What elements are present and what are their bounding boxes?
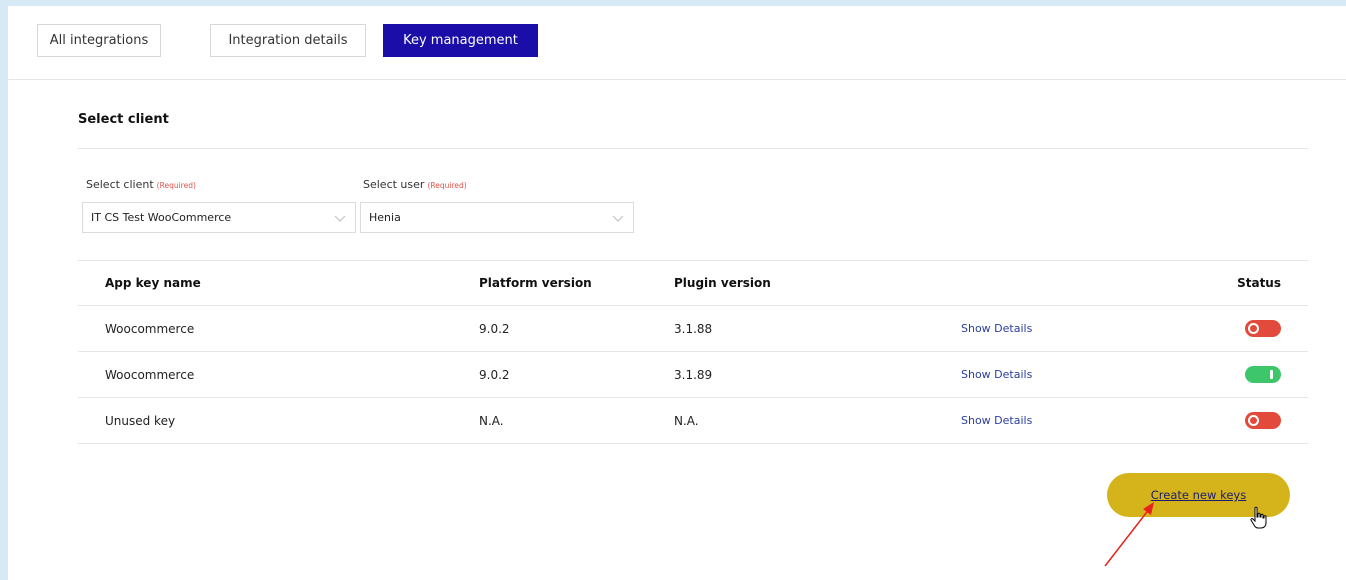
client-select[interactable]: IT CS Test WooCommerce <box>82 202 356 233</box>
app-key-name: Unused key <box>105 413 176 428</box>
show-details-link[interactable]: Show Details <box>961 306 1032 351</box>
header-status: Status <box>1237 276 1281 290</box>
header-plugin-version: Plugin version <box>674 276 771 290</box>
user-select[interactable]: Henia <box>360 202 634 233</box>
section-divider <box>78 148 1308 149</box>
table-row: Unused key N.A. N.A. Show Details <box>78 398 1308 444</box>
show-details-link[interactable]: Show Details <box>961 398 1032 443</box>
show-details-link[interactable]: Show Details <box>961 352 1032 397</box>
toggle-knob <box>1248 415 1259 426</box>
user-label-text: Select user <box>363 178 425 191</box>
status-toggle[interactable] <box>1245 320 1281 337</box>
header-platform-version: Platform version <box>479 276 592 290</box>
hand-pointer-cursor-icon <box>1250 506 1267 529</box>
toggle-knob <box>1270 370 1273 379</box>
section-title: Select client <box>78 112 169 127</box>
status-cell <box>1245 398 1281 443</box>
status-toggle[interactable] <box>1245 366 1281 383</box>
plugin-version: N.A. <box>674 413 699 428</box>
user-required-tag: (Required) <box>427 181 467 190</box>
status-cell <box>1245 352 1281 397</box>
client-select-value: IT CS Test WooCommerce <box>91 211 232 224</box>
chevron-down-icon <box>334 215 346 222</box>
toggle-knob <box>1248 323 1259 334</box>
plugin-version: 3.1.89 <box>674 367 713 382</box>
tab-all-integrations[interactable]: All integrations <box>37 24 161 57</box>
user-field-label: Select user (Required) <box>363 178 467 191</box>
annotation-arrow-icon <box>1104 502 1154 567</box>
chevron-down-icon <box>612 215 624 222</box>
user-select-value: Henia <box>369 211 401 224</box>
tab-bar: All integrations Integration details Key… <box>8 6 1346 80</box>
table-row: Woocommerce 9.0.2 3.1.88 Show Details <box>78 306 1308 352</box>
table-header-row: App key name Platform version Plugin ver… <box>78 260 1308 306</box>
platform-version: 9.0.2 <box>479 367 510 382</box>
client-required-tag: (Required) <box>156 181 196 190</box>
status-toggle[interactable] <box>1245 412 1281 429</box>
plugin-version: 3.1.88 <box>674 321 713 336</box>
table-row: Woocommerce 9.0.2 3.1.89 Show Details <box>78 352 1308 398</box>
platform-version: 9.0.2 <box>479 321 510 336</box>
client-label-text: Select client <box>86 178 154 191</box>
app-key-name: Woocommerce <box>105 367 195 382</box>
tab-integration-details[interactable]: Integration details <box>210 24 366 57</box>
page-frame: All integrations Integration details Key… <box>8 6 1346 580</box>
app-key-name: Woocommerce <box>105 321 195 336</box>
tab-key-management[interactable]: Key management <box>383 24 538 57</box>
header-app-key-name: App key name <box>105 276 201 290</box>
client-field-label: Select client (Required) <box>86 178 196 191</box>
status-cell <box>1245 306 1281 351</box>
keys-table: App key name Platform version Plugin ver… <box>78 260 1308 444</box>
platform-version: N.A. <box>479 413 504 428</box>
